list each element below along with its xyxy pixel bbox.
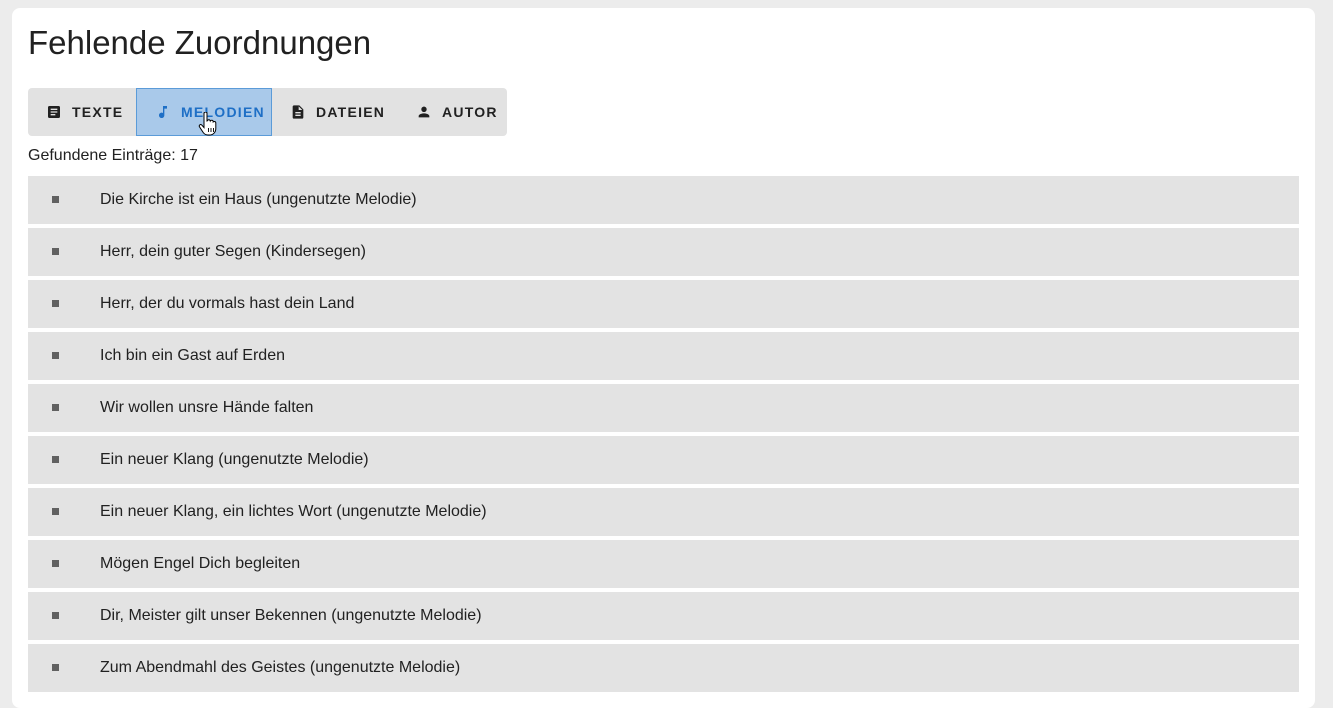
main-card: Fehlende Zuordnungen TEXTE MELODIEN DATE… [12, 8, 1315, 708]
tab-texte[interactable]: TEXTE [28, 88, 136, 136]
bullet-icon [52, 560, 59, 567]
person-icon [416, 103, 432, 121]
list-item[interactable]: Die Kirche ist ein Haus (ungenutzte Melo… [28, 176, 1299, 224]
hand-pointer-cursor-icon [198, 112, 217, 136]
list-item-label: Dir, Meister gilt unser Bekennen (ungenu… [100, 607, 482, 624]
category-tabbar: TEXTE MELODIEN DATEIEN AUTOR [28, 88, 507, 136]
tab-dateien[interactable]: DATEIEN [272, 88, 398, 136]
tab-autor[interactable]: AUTOR [398, 88, 507, 136]
bullet-icon [52, 456, 59, 463]
list-item-label: Ein neuer Klang (ungenutzte Melodie) [100, 451, 369, 468]
list-item-label: Wir wollen unsre Hände falten [100, 399, 314, 416]
tab-dateien-label: DATEIEN [316, 104, 386, 120]
text-document-icon [46, 103, 62, 121]
list-item[interactable]: Zum Abendmahl des Geistes (ungenutzte Me… [28, 644, 1299, 692]
list-item[interactable]: Wir wollen unsre Hände falten [28, 384, 1299, 432]
page-title: Fehlende Zuordnungen [28, 24, 372, 61]
bullet-icon [52, 196, 59, 203]
tab-melodien-label: MELODIEN [181, 104, 265, 120]
list-item[interactable]: Mögen Engel Dich begleiten [28, 540, 1299, 588]
entry-count-label: Gefundene Einträge: [28, 147, 176, 164]
bullet-icon [52, 248, 59, 255]
list-item[interactable]: Herr, dein guter Segen (Kindersegen) [28, 228, 1299, 276]
list-item-label: Herr, der du vormals hast dein Land [100, 295, 355, 312]
list-item[interactable]: Ein neuer Klang, ein lichtes Wort (ungen… [28, 488, 1299, 536]
list-item-label: Ein neuer Klang, ein lichtes Wort (ungen… [100, 503, 487, 520]
bullet-icon [52, 404, 59, 411]
bullet-icon [52, 664, 59, 671]
list-item-label: Mögen Engel Dich begleiten [100, 555, 301, 572]
entry-count-value: 17 [180, 147, 198, 164]
bullet-icon [52, 612, 59, 619]
bullet-icon [52, 300, 59, 307]
music-note-icon [155, 103, 171, 121]
list-item[interactable]: Ein neuer Klang (ungenutzte Melodie) [28, 436, 1299, 484]
list-item[interactable]: Dir, Meister gilt unser Bekennen (ungenu… [28, 592, 1299, 640]
list-item-label: Die Kirche ist ein Haus (ungenutzte Melo… [100, 191, 417, 208]
tab-autor-label: AUTOR [442, 104, 498, 120]
list-item-label: Ich bin ein Gast auf Erden [100, 347, 285, 364]
missing-assignments-list: Die Kirche ist ein Haus (ungenutzte Melo… [28, 176, 1299, 696]
list-item[interactable]: Ich bin ein Gast auf Erden [28, 332, 1299, 380]
entry-count: Gefundene Einträge: 17 [28, 145, 198, 167]
list-item-label: Zum Abendmahl des Geistes (ungenutzte Me… [100, 659, 461, 676]
tab-texte-label: TEXTE [72, 104, 124, 120]
bullet-icon [52, 352, 59, 359]
list-item[interactable]: Herr, der du vormals hast dein Land [28, 280, 1299, 328]
bullet-icon [52, 508, 59, 515]
file-icon [290, 103, 306, 121]
list-item-label: Herr, dein guter Segen (Kindersegen) [100, 243, 366, 260]
